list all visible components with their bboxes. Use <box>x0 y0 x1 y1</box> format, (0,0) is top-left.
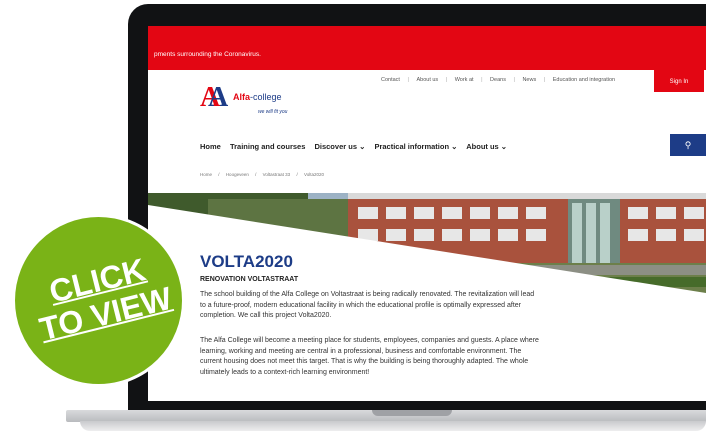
top-nav-about-us[interactable]: About us <box>416 77 438 83</box>
page-subtitle: RENOVATION VOLTASTRAAT <box>200 276 299 283</box>
top-nav-separator: | <box>407 77 409 83</box>
building-photo <box>148 193 706 301</box>
top-nav: Contact | About us | Work at | Deans | N… <box>378 77 618 83</box>
nav-about-us[interactable]: About us ⌄ <box>466 142 507 151</box>
breadcrumb-separator: / <box>296 172 298 177</box>
breadcrumb-separator: / <box>218 172 220 177</box>
top-nav-education[interactable]: Education and integration <box>553 77 615 83</box>
laptop-notch <box>372 410 452 416</box>
sign-in-button[interactable]: Sign In <box>654 70 704 92</box>
top-nav-news[interactable]: News <box>522 77 536 83</box>
alert-banner: pments surrounding the Coronavirus. <box>148 26 706 70</box>
intro-paragraph: The school building of the Alfa College … <box>200 291 535 319</box>
search-icon: ⚲ <box>684 140 692 150</box>
logo-mark-blue: A <box>208 82 229 113</box>
laptop-screen: pments surrounding the Coronavirus. Cont… <box>148 26 706 401</box>
click-to-view-badge[interactable]: CLICK TO VIEW <box>12 214 185 387</box>
breadcrumb-home[interactable]: Home <box>200 172 212 177</box>
top-nav-work-at[interactable]: Work at <box>455 77 474 83</box>
body-paragraph: The Alfa College will become a meeting p… <box>200 337 539 376</box>
nav-home[interactable]: Home <box>200 142 221 151</box>
breadcrumb: Home / Hoogeveen / Voltastraat 33 / Volt… <box>200 172 329 177</box>
page-title: VOLTA2020 <box>200 252 293 271</box>
breadcrumb-hoogeveen[interactable]: Hoogeveen <box>226 172 249 177</box>
alert-text: pments surrounding the Coronavirus. <box>154 51 261 58</box>
top-nav-deans[interactable]: Deans <box>490 77 506 83</box>
breadcrumb-current: Volta2020 <box>303 172 324 177</box>
nav-practical-info[interactable]: Practical information ⌄ <box>374 142 457 151</box>
top-nav-contact[interactable]: Contact <box>381 77 400 83</box>
logo-name: Alfa-college <box>233 92 282 102</box>
top-nav-separator: | <box>481 77 483 83</box>
breadcrumb-separator: / <box>255 172 257 177</box>
top-nav-separator: | <box>445 77 448 83</box>
laptop-shadow <box>80 421 706 431</box>
nav-discover-us[interactable]: Discover us ⌄ <box>314 142 365 151</box>
top-nav-separator: | <box>513 77 515 83</box>
alfa-college-logo[interactable]: A A Alfa-college we will fit you <box>200 82 320 122</box>
badge-label: CLICK TO VIEW <box>13 244 190 350</box>
search-button[interactable]: ⚲ <box>670 134 706 156</box>
logo-tagline: we will fit you <box>258 109 288 115</box>
top-nav-separator: | <box>543 77 546 83</box>
main-nav: Home Training and courses Discover us ⌄ … <box>200 142 514 151</box>
breadcrumb-voltastraat[interactable]: Voltastraat 33 <box>263 172 291 177</box>
nav-training-courses[interactable]: Training and courses <box>230 142 305 151</box>
